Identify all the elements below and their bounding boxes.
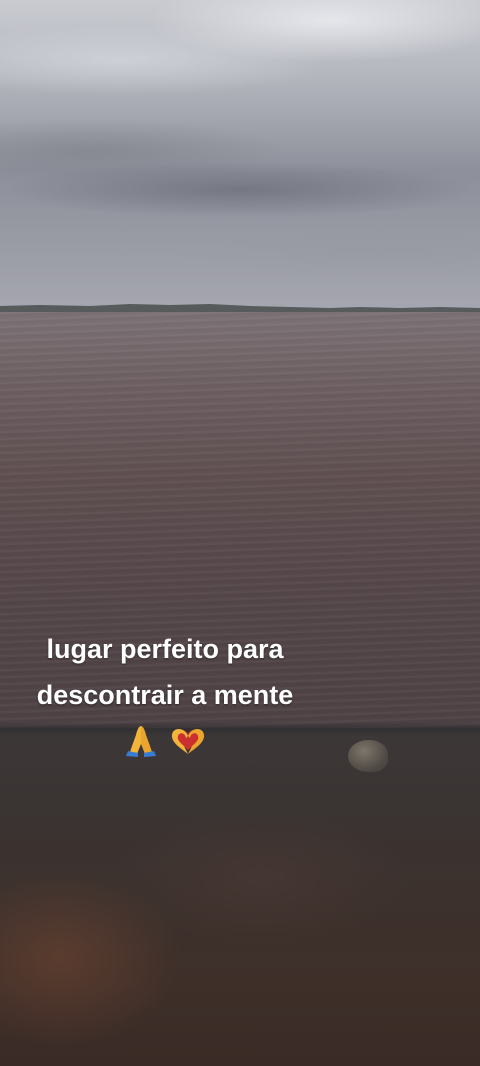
emoji-row bbox=[0, 722, 330, 762]
folded-hands-icon bbox=[122, 722, 160, 763]
caption-line-2: descontrair a mente bbox=[36, 680, 294, 710]
cloudy-sky bbox=[0, 0, 480, 312]
heart-hands-icon bbox=[168, 722, 208, 763]
photo-scene: lugar perfeito para descontrair a mente bbox=[0, 0, 480, 1066]
story-caption: lugar perfeito para descontrair a mente bbox=[0, 626, 330, 718]
caption-line-1: lugar perfeito para bbox=[46, 634, 284, 664]
riverbank-ground bbox=[0, 728, 480, 1066]
rock bbox=[348, 740, 388, 772]
